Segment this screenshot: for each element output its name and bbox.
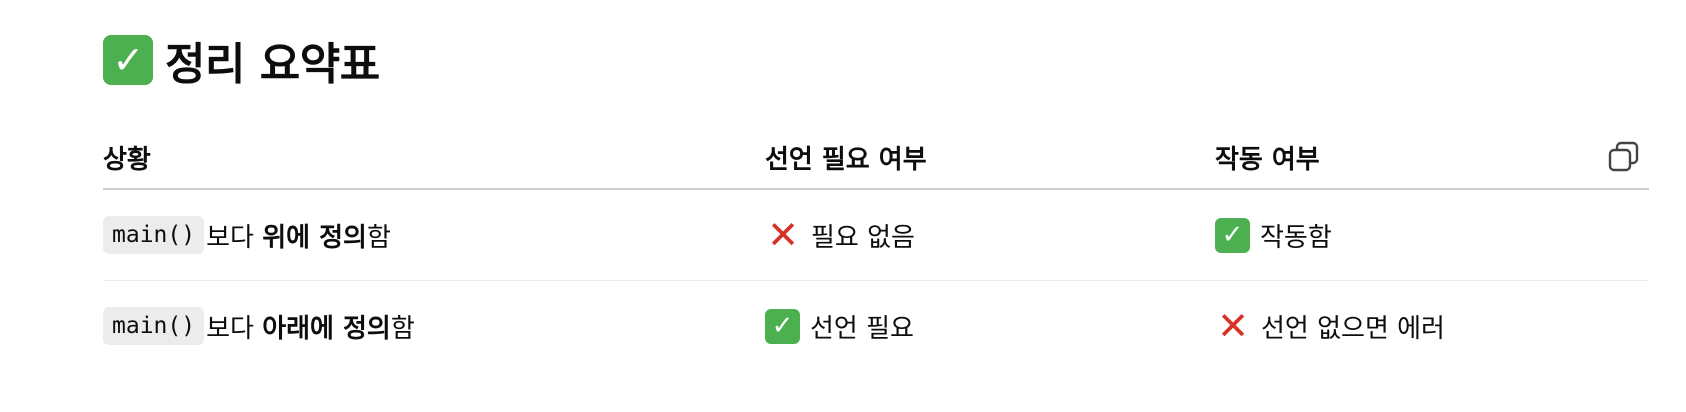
cell-declaration: ✓ 선언 필요 [765,281,1215,372]
cross-icon: ✕ [767,213,799,257]
inline-code: main() [103,216,205,254]
header-declaration-required: 선언 필요 여부 [765,126,1215,190]
cross-icon: ✕ [1217,304,1249,348]
cell-works: ✓ 작동함 [1215,189,1649,281]
check-mark-icon: ✓ [765,308,800,344]
copy-icon[interactable] [1607,140,1641,174]
check-mark-icon: ✓ [103,35,153,85]
summary-table: 상황 선언 필요 여부 작동 여부 main() 보다 위에 정의 함 ✕ 필요… [103,126,1649,371]
cell-situation: main() 보다 위에 정의 함 [103,189,765,281]
cell-declaration: ✕ 필요 없음 [765,189,1215,281]
cell-works: ✕ 선언 없으면 에러 [1215,281,1649,372]
header-situation: 상황 [103,126,765,190]
check-mark-icon: ✓ [1215,217,1250,253]
table-row: main() 보다 아래에 정의 함 ✓ 선언 필요 ✕ 선언 없으면 에러 [103,281,1649,372]
section-title: 정리 요약표 [165,39,380,90]
table-row: main() 보다 위에 정의 함 ✕ 필요 없음 ✓ 작동함 [103,189,1649,281]
table-header-row: 상황 선언 필요 여부 작동 여부 [103,126,1649,190]
section-heading: ✓ 정리 요약표 [103,28,380,92]
inline-code: main() [103,307,205,345]
header-works: 작동 여부 [1215,126,1649,190]
cell-situation: main() 보다 아래에 정의 함 [103,281,765,372]
